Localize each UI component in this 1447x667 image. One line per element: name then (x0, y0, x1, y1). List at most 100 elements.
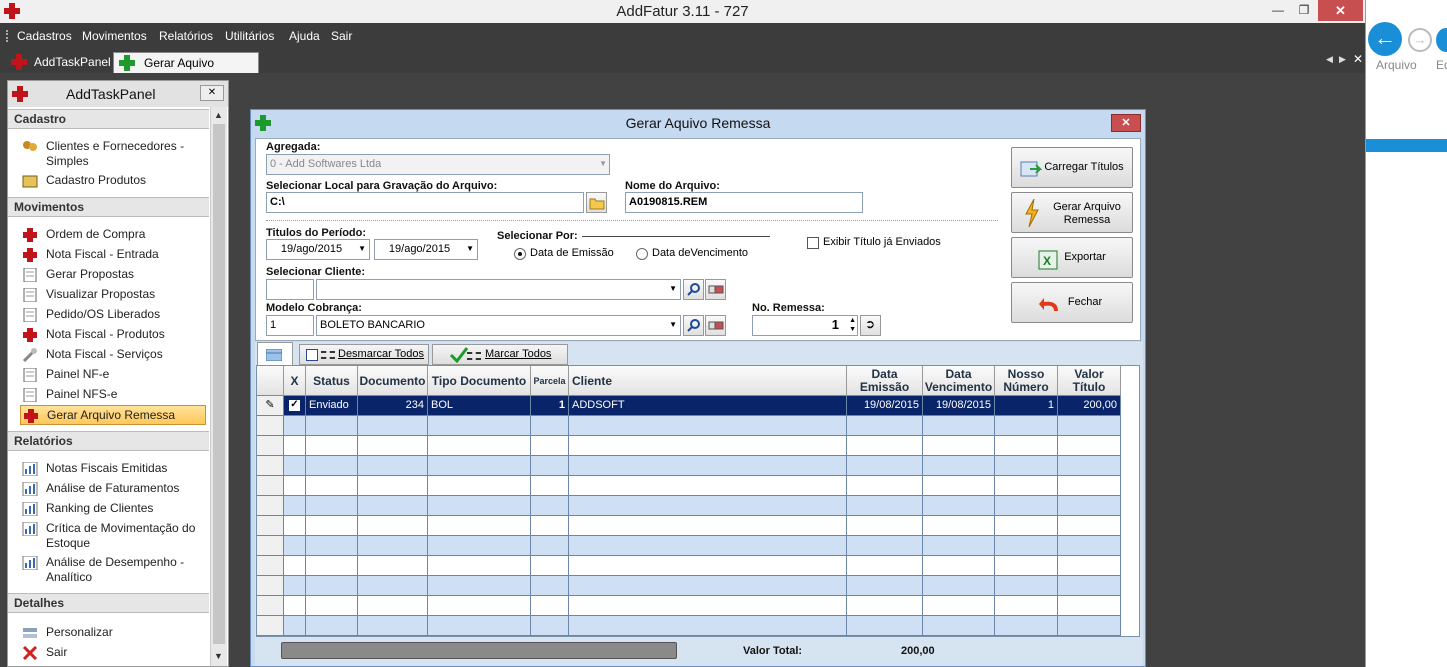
section-cadastro[interactable]: Cadastro (8, 109, 209, 129)
forward-button[interactable]: → (1408, 28, 1432, 52)
task-panel-scrollbar[interactable]: ▲ ▼ (210, 107, 227, 666)
window-close-button[interactable]: ✕ (1318, 0, 1363, 21)
remessa-go-button[interactable]: ➲ (860, 315, 881, 336)
stepper-down-icon[interactable]: ▼ (849, 325, 856, 334)
exibir-enviados-checkbox[interactable]: Exibir Título já Enviados (807, 236, 941, 249)
scroll-thumb[interactable] (213, 124, 225, 644)
scroll-down-icon[interactable]: ▼ (214, 651, 223, 661)
remessa-stepper[interactable]: 1 ▲ ▼ (752, 315, 858, 336)
task-item-ranking-clientes[interactable]: Ranking de Clientes (22, 501, 208, 517)
tab-addtaskpanel[interactable]: AddTaskPanel (4, 52, 111, 73)
back-button[interactable]: ← (1368, 22, 1402, 56)
task-item-analise-desempenho[interactable]: Análise de Desempenho - Analítico (22, 555, 208, 585)
cliente-search-button[interactable] (683, 279, 704, 300)
table-row-empty[interactable] (257, 616, 1139, 636)
task-item-nota-fiscal-entrada[interactable]: Nota Fiscal - Entrada (22, 247, 208, 263)
radio-data-vencimento[interactable]: Data deVencimento (636, 247, 748, 260)
radio-data-emissao[interactable]: Data de Emissão (514, 247, 614, 260)
table-row-empty[interactable] (257, 456, 1139, 476)
task-item-painel-nfse[interactable]: Painel NFS-e (22, 387, 208, 403)
table-row-empty[interactable] (257, 476, 1139, 496)
task-item-analise-faturamentos[interactable]: Análise de Faturamentos (22, 481, 208, 497)
task-item-critica-movimentacao-estoque[interactable]: Crítica de Movimentação do Estoque (22, 521, 208, 551)
modelo-clear-button[interactable] (705, 315, 726, 336)
header-tipo-documento[interactable]: Tipo Documento (428, 366, 531, 396)
header-parcela[interactable]: Parcela (531, 366, 569, 396)
task-item-pedido-os-liberados[interactable]: Pedido/OS Liberados (22, 307, 208, 323)
section-detalhes[interactable]: Detalhes (8, 593, 209, 613)
row-checkbox[interactable]: ✓ (284, 396, 306, 416)
header-cliente[interactable]: Cliente (569, 366, 847, 396)
menu-cadastros[interactable]: Cadastros (17, 23, 72, 49)
task-item-nota-fiscal-produtos[interactable]: Nota Fiscal - Produtos (22, 327, 208, 343)
task-item-personalizar[interactable]: Personalizar (22, 625, 208, 641)
table-row-empty[interactable] (257, 416, 1139, 436)
exportar-button[interactable]: X Exportar (1011, 237, 1133, 278)
desmarcar-todos-button[interactable]: Desmarcar Todos (299, 344, 429, 365)
ribbon-tab-arquivo[interactable]: Arquivo (1376, 58, 1417, 72)
task-item-ordem-compra[interactable]: Ordem de Compra (22, 227, 208, 243)
task-item-gerar-propostas[interactable]: Gerar Propostas (22, 267, 208, 283)
stepper-up-icon[interactable]: ▲ (849, 316, 856, 325)
grid-view-tab[interactable] (257, 342, 293, 366)
local-input[interactable]: C:\ (266, 192, 584, 213)
menu-sair[interactable]: Sair (331, 23, 352, 49)
task-item-gerar-arquivo-remessa[interactable]: Gerar Arquivo Remessa (20, 405, 206, 425)
table-row[interactable]: ✎ ✓ Enviado 234 BOL 1 ADDSOFT 19/08/2015… (257, 396, 1139, 416)
table-row-empty[interactable] (257, 596, 1139, 616)
header-data-vencimento[interactable]: Data Vencimento (923, 366, 995, 396)
table-row-empty[interactable] (257, 536, 1139, 556)
agregada-select[interactable]: 0 - Add Softwares Ltda ▼ (266, 154, 610, 175)
menu-movimentos[interactable]: Movimentos (82, 23, 147, 49)
horizontal-scrollbar[interactable] (281, 642, 677, 659)
modelo-code-input[interactable]: 1 (266, 315, 314, 336)
fechar-label: Fechar (1067, 296, 1103, 308)
header-data-emissao[interactable]: Data Emissão (847, 366, 923, 396)
tab-gerar-aquivo-remessa[interactable]: Gerar Aquivo Remessa (113, 52, 259, 90)
section-relatorios[interactable]: Relatórios (8, 431, 209, 451)
folder-browse-button[interactable] (586, 192, 607, 213)
header-documento[interactable]: Documento (358, 366, 428, 396)
ribbon-tab-edit[interactable]: Ed (1436, 58, 1447, 72)
tab-scroll-left-icon[interactable]: ◀ (1326, 54, 1333, 65)
fechar-button[interactable]: Fechar (1011, 282, 1133, 323)
task-item-clientes-fornecedores[interactable]: Clientes e Fornecedores - Simples (22, 139, 208, 169)
table-row-empty[interactable] (257, 496, 1139, 516)
dialog-close-button[interactable]: ✕ (1111, 114, 1141, 132)
date-from-picker[interactable]: 19/ago/2015 ▼ (266, 239, 370, 260)
restore-button[interactable]: ❐ (1292, 0, 1316, 21)
cliente-name-select[interactable]: ▼ (316, 279, 681, 300)
date-to-picker[interactable]: 19/ago/2015 ▼ (374, 239, 478, 260)
scroll-up-icon[interactable]: ▲ (214, 110, 223, 120)
table-row-empty[interactable] (257, 436, 1139, 456)
task-panel-close-button[interactable]: ✕ (200, 85, 224, 101)
header-valor-titulo[interactable]: Valor Título (1058, 366, 1121, 396)
task-item-nota-fiscal-servicos[interactable]: Nota Fiscal - Serviços (22, 347, 208, 363)
minimize-button[interactable]: — (1266, 0, 1290, 21)
marcar-todos-button[interactable]: Marcar Todos (432, 344, 568, 365)
menu-utilitarios[interactable]: Utilitários (225, 23, 274, 49)
section-movimentos[interactable]: Movimentos (8, 197, 209, 217)
table-row-empty[interactable] (257, 556, 1139, 576)
cliente-clear-button[interactable] (705, 279, 726, 300)
menu-relatorios[interactable]: Relatórios (159, 23, 213, 49)
task-item-visualizar-propostas[interactable]: Visualizar Propostas (22, 287, 208, 303)
gerar-arquivo-remessa-button[interactable]: Gerar Arquivo Remessa (1011, 192, 1133, 233)
task-item-notas-fiscais-emitidas[interactable]: Notas Fiscais Emitidas (22, 461, 208, 477)
menu-ajuda[interactable]: Ajuda (289, 23, 320, 49)
cliente-code-input[interactable] (266, 279, 314, 300)
header-status[interactable]: Status (306, 366, 358, 396)
task-item-sair[interactable]: Sair (22, 645, 208, 661)
tab-close-icon[interactable]: ✕ (1353, 52, 1363, 66)
carregar-titulos-button[interactable]: Carregar Títulos (1011, 147, 1133, 188)
modelo-name-select[interactable]: BOLETO BANCARIO ▼ (316, 315, 681, 336)
header-x[interactable]: X (284, 366, 306, 396)
table-row-empty[interactable] (257, 516, 1139, 536)
nome-arquivo-input[interactable]: A0190815.REM (625, 192, 863, 213)
header-nosso-numero[interactable]: Nosso Número (995, 366, 1058, 396)
tab-scroll-right-icon[interactable]: ▶ (1339, 54, 1346, 65)
task-item-cadastro-produtos[interactable]: Cadastro Produtos (22, 173, 208, 189)
task-item-painel-nfe[interactable]: Painel NF-e (22, 367, 208, 383)
table-row-empty[interactable] (257, 576, 1139, 596)
modelo-search-button[interactable] (683, 315, 704, 336)
